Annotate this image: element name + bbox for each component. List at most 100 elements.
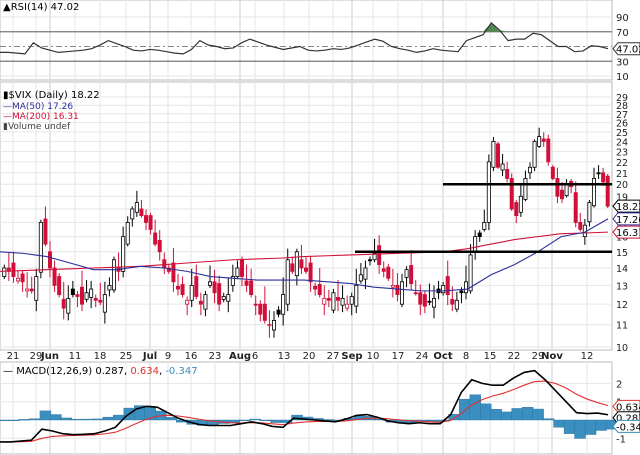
candle-body [322, 297, 327, 305]
candle-body [560, 189, 565, 200]
macd-histogram-bar [92, 418, 104, 421]
candle-body [381, 268, 386, 272]
candle-body [221, 296, 226, 300]
candle-body [431, 297, 436, 308]
candle-body [354, 284, 359, 307]
candle-body [52, 267, 57, 286]
macd-histogram-bar [50, 414, 62, 421]
macd-histogram-bar [459, 398, 471, 421]
candle-body [592, 178, 597, 207]
candle-body [143, 215, 148, 223]
candle-body [528, 166, 533, 174]
x-axis-label: 23 [209, 351, 222, 362]
x-axis-label: Aug [229, 351, 251, 362]
candle-body [331, 292, 336, 311]
candle-body [505, 169, 510, 179]
x-axis-label: 11 [69, 351, 82, 362]
candle-body [20, 273, 25, 283]
candle-body [153, 232, 158, 245]
candle-body [445, 276, 450, 295]
ma200-value-label: 16.31 [616, 228, 640, 239]
candle-body [125, 222, 130, 245]
price-tick-label: 13 [616, 281, 628, 292]
candle-body [335, 297, 340, 301]
x-axis-label: Nov [541, 351, 563, 362]
candle-body [541, 138, 546, 142]
candle-body [203, 294, 208, 310]
candle-body [500, 163, 505, 171]
macd-histogram-bar [0, 419, 10, 422]
rsi-tick-label: 30 [616, 57, 629, 68]
candle-body [427, 300, 432, 303]
x-axis-label: 20 [303, 351, 316, 362]
macd-histogram-bar [39, 410, 52, 421]
candle-body [285, 259, 290, 305]
candle-body [217, 283, 222, 305]
candle-body [345, 303, 350, 309]
candle-body [43, 218, 48, 245]
rsi-panel [0, 0, 613, 81]
candle-body [15, 277, 20, 282]
candle-body [102, 294, 107, 313]
candle-body [308, 262, 313, 283]
x-axis-label: 9 [165, 351, 171, 362]
volume-legend: ▮Volume undef [3, 122, 71, 132]
candle-body [601, 172, 606, 183]
candle-body [244, 280, 249, 286]
candle-body [157, 239, 162, 253]
candle-body [303, 267, 308, 272]
macd-histogram-bar [574, 419, 586, 439]
candle-body [514, 202, 519, 216]
rsi-legend: ▲RSI(14) 47.02 [3, 2, 80, 13]
x-axis-label: Oct [433, 351, 452, 362]
candle-body [313, 285, 318, 290]
price-tick-label: 24 [616, 137, 628, 148]
rsi-tick-label: 90 [616, 13, 629, 24]
x-axis-label: Sep [341, 351, 362, 362]
candle-body [130, 208, 135, 220]
price-tick-label: 10 [616, 343, 628, 354]
candle-body [281, 294, 286, 315]
candle-body [349, 296, 354, 305]
candle-body [404, 269, 409, 278]
x-axis-label: 6 [252, 351, 258, 362]
macd-histogram-bar [469, 394, 481, 421]
macd-histogram-bar [480, 403, 492, 421]
candle-body [299, 259, 304, 269]
macd-histogram-bar [18, 419, 31, 421]
macd-line [0, 369, 609, 443]
candle-body [596, 172, 601, 175]
candle-body [564, 183, 569, 197]
candle-body [294, 251, 299, 277]
candle-body [226, 294, 231, 302]
macd-histogram-bar [542, 418, 555, 421]
macd-tick-label: 2 [616, 379, 622, 390]
candle-body [189, 284, 194, 301]
candle-body [537, 136, 542, 147]
candle-body [258, 303, 263, 315]
candle-body [463, 281, 468, 294]
candle-body [207, 281, 212, 286]
candle-body [340, 297, 345, 306]
candle-body [409, 265, 414, 284]
candle-body [48, 251, 53, 269]
candle-body [491, 141, 496, 168]
rsi-tick-label: 70 [616, 28, 629, 39]
price-tick-label: 23 [616, 147, 628, 158]
candle-body [317, 284, 322, 295]
macd-histogram-bar [490, 409, 502, 421]
candle-body [399, 281, 404, 305]
candle-body [473, 236, 478, 252]
candle-body [185, 299, 190, 305]
candle-body [239, 259, 244, 277]
candle-body [212, 281, 217, 294]
candle-body [267, 324, 272, 327]
candle-body [518, 195, 523, 213]
rsi-line [0, 22, 609, 55]
candle-body [262, 303, 267, 321]
candle-body [162, 259, 167, 269]
candle-body [89, 288, 94, 298]
candle-body [276, 309, 281, 315]
price-tick-label: 11 [616, 321, 628, 332]
macd-histogram-bar [165, 417, 177, 421]
